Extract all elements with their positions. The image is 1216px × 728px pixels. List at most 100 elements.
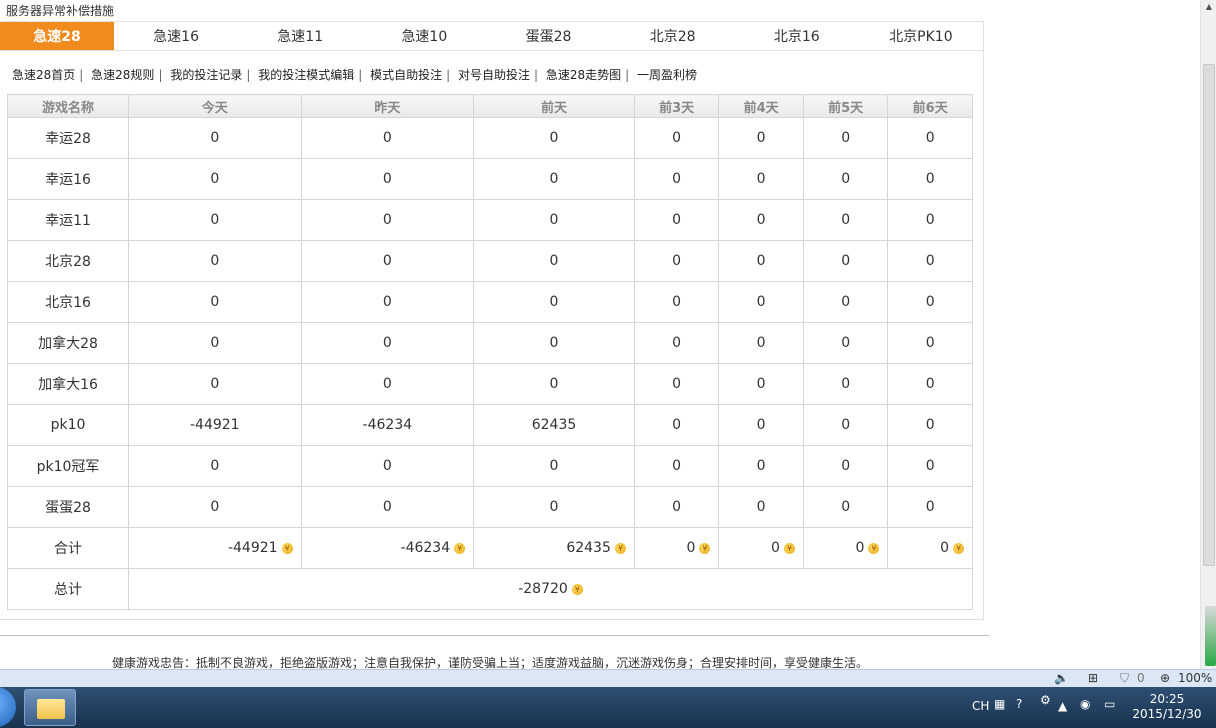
network-icon[interactable]: ▭ bbox=[1104, 697, 1115, 711]
value-cell: 0 bbox=[633, 404, 720, 446]
value-cell: 0 bbox=[802, 240, 889, 282]
subnav-mode-edit[interactable]: 我的投注模式编辑 bbox=[258, 68, 354, 82]
compensation-link[interactable]: 服务器异常补偿措施 bbox=[6, 2, 114, 19]
tab-beijing28[interactable]: 北京28 bbox=[611, 22, 735, 50]
value-cell: 0 bbox=[887, 445, 973, 487]
tab-beijing16[interactable]: 北京16 bbox=[735, 22, 859, 50]
value-cell: 0 bbox=[128, 486, 302, 528]
value-cell: 0 bbox=[633, 486, 720, 528]
tab-jisu10[interactable]: 急速10 bbox=[362, 22, 486, 50]
tab-jisu16[interactable]: 急速16 bbox=[114, 22, 238, 50]
table-row: 加拿大28 0 0 0 0 0 0 0 bbox=[7, 322, 973, 364]
subnav-separator: | bbox=[625, 68, 630, 82]
shield-icon[interactable]: ⛉ bbox=[1120, 671, 1129, 686]
coin-icon: ¥ bbox=[571, 583, 583, 595]
input-method-icon[interactable]: ▦ bbox=[994, 697, 1005, 711]
header-day-before: 前天 bbox=[473, 94, 635, 118]
profit-table: 游戏名称 今天 昨天 前天 前3天 前4天 前5天 前6天 幸运28 0 0 0… bbox=[7, 94, 973, 610]
value-cell: 0 bbox=[802, 158, 889, 200]
table-header-row: 游戏名称 今天 昨天 前天 前3天 前4天 前5天 前6天 bbox=[7, 94, 973, 118]
value-cell: 0 bbox=[718, 363, 804, 405]
header-game-name: 游戏名称 bbox=[7, 94, 129, 118]
value-cell: -46234 bbox=[300, 404, 475, 446]
game-name-cell: 加拿大16 bbox=[7, 363, 129, 405]
value-cell: 0 bbox=[300, 199, 475, 241]
value-cell: 0 bbox=[802, 486, 889, 528]
sum-value: 0 bbox=[686, 540, 696, 556]
value-cell: 0 bbox=[718, 240, 804, 282]
value-cell: 0 bbox=[473, 117, 635, 159]
value-cell: 0 bbox=[473, 445, 635, 487]
value-cell: 0 bbox=[300, 363, 475, 405]
tab-jisu11[interactable]: 急速11 bbox=[238, 22, 362, 50]
language-indicator[interactable]: CH bbox=[972, 699, 989, 713]
subnav-separator: | bbox=[446, 68, 451, 82]
windows-taskbar: CH ▦ ? ⚙ ▲ ◉ ▭ 20:25 2015/12/30 bbox=[0, 687, 1216, 728]
sum-row: 合计 -44921 ¥ -46234 ¥ 62435 ¥ 0 ¥ 0 ¥ 0 ¥ 0 ¥ bbox=[7, 527, 973, 569]
tab-dandan28[interactable]: 蛋蛋28 bbox=[486, 22, 610, 50]
value-cell: 0 bbox=[128, 322, 302, 364]
sum-cell: 0 ¥ bbox=[633, 527, 720, 569]
zoom-level[interactable]: 100% bbox=[1178, 671, 1212, 685]
value-cell: 0 bbox=[300, 486, 475, 528]
help-icon[interactable]: ? bbox=[1016, 697, 1022, 711]
header-6-days-ago: 前6天 bbox=[887, 94, 973, 118]
qq-icon[interactable]: ◉ bbox=[1080, 697, 1090, 711]
subnav-bet-records[interactable]: 我的投注记录 bbox=[170, 68, 242, 82]
header-3-days-ago: 前3天 bbox=[633, 94, 720, 118]
clock-time: 20:25 bbox=[1149, 692, 1185, 706]
subnav-weekly-profit-rank[interactable]: 一周盈利榜 bbox=[637, 68, 697, 82]
value-cell: 0 bbox=[718, 404, 804, 446]
system-clock[interactable]: 20:25 2015/12/30 bbox=[1130, 692, 1204, 722]
scroll-thumb[interactable] bbox=[1203, 64, 1215, 566]
content-panel: 急速28首页 | 急速28规则 | 我的投注记录 | 我的投注模式编辑 | 模式自助投注… bbox=[0, 50, 984, 620]
game-name-cell: 北京28 bbox=[7, 240, 129, 282]
coin-icon: ¥ bbox=[953, 542, 964, 554]
vertical-scrollbar[interactable]: ▲ bbox=[1200, 0, 1216, 669]
subnav-rules[interactable]: 急速28规则 bbox=[91, 68, 154, 82]
game-name-cell: 蛋蛋28 bbox=[7, 486, 129, 528]
value-cell: 0 bbox=[802, 445, 889, 487]
sum-cell: 0 ¥ bbox=[802, 527, 889, 569]
value-cell: 0 bbox=[802, 322, 889, 364]
show-hidden-icons-icon[interactable]: ▲ bbox=[1058, 699, 1067, 713]
subnav-trend-chart[interactable]: 急速28走势图 bbox=[546, 68, 621, 82]
sum-label: 合计 bbox=[7, 527, 129, 569]
sum-value: 0 bbox=[940, 540, 949, 556]
table-row: 幸运16 0 0 0 0 0 0 0 bbox=[7, 158, 973, 200]
subnav-mode-auto-bet[interactable]: 模式自助投注 bbox=[370, 68, 442, 82]
value-cell: 0 bbox=[887, 404, 973, 446]
scroll-up-icon[interactable]: ▲ bbox=[1204, 2, 1214, 12]
table-row: 北京16 0 0 0 0 0 0 0 bbox=[7, 281, 973, 323]
value-cell: 0 bbox=[128, 199, 302, 241]
value-cell: 0 bbox=[633, 117, 720, 159]
taskbar-explorer-button[interactable] bbox=[24, 689, 76, 726]
value-cell: 0 bbox=[473, 281, 635, 323]
speaker-icon[interactable]: 🔈 bbox=[1054, 671, 1069, 685]
value-cell: 0 bbox=[718, 117, 804, 159]
value-cell: 0 bbox=[718, 158, 804, 200]
sum-cell: 0 ¥ bbox=[887, 527, 973, 569]
game-name-cell: 幸运28 bbox=[7, 117, 129, 159]
subnav-home[interactable]: 急速28首页 bbox=[12, 68, 75, 82]
value-cell: 0 bbox=[300, 240, 475, 282]
subnav-separator: | bbox=[79, 68, 84, 82]
game-name-cell: 幸运11 bbox=[7, 199, 129, 241]
table-row: pk10 -44921 -46234 62435 0 0 0 0 bbox=[7, 404, 973, 446]
zoom-icon[interactable]: ⊕ bbox=[1160, 671, 1170, 685]
start-button[interactable] bbox=[0, 687, 16, 727]
value-cell: 0 bbox=[633, 199, 720, 241]
subnav-number-auto-bet[interactable]: 对号自助投注 bbox=[458, 68, 530, 82]
header-5-days-ago: 前5天 bbox=[802, 94, 889, 118]
value-cell: 0 bbox=[473, 486, 635, 528]
value-cell: 0 bbox=[633, 322, 720, 364]
header-today: 今天 bbox=[128, 94, 302, 118]
tab-jisu28[interactable]: 急速28 bbox=[0, 22, 114, 50]
value-cell: 0 bbox=[128, 363, 302, 405]
total-cell: -28720 ¥ bbox=[128, 568, 973, 610]
value-cell: 0 bbox=[887, 199, 973, 241]
coin-icon: ¥ bbox=[868, 542, 880, 554]
compatibility-icon[interactable]: ⊞ bbox=[1088, 671, 1098, 685]
tab-beijingpk10[interactable]: 北京PK10 bbox=[859, 22, 983, 50]
settings-icon[interactable]: ⚙ bbox=[1040, 693, 1051, 707]
